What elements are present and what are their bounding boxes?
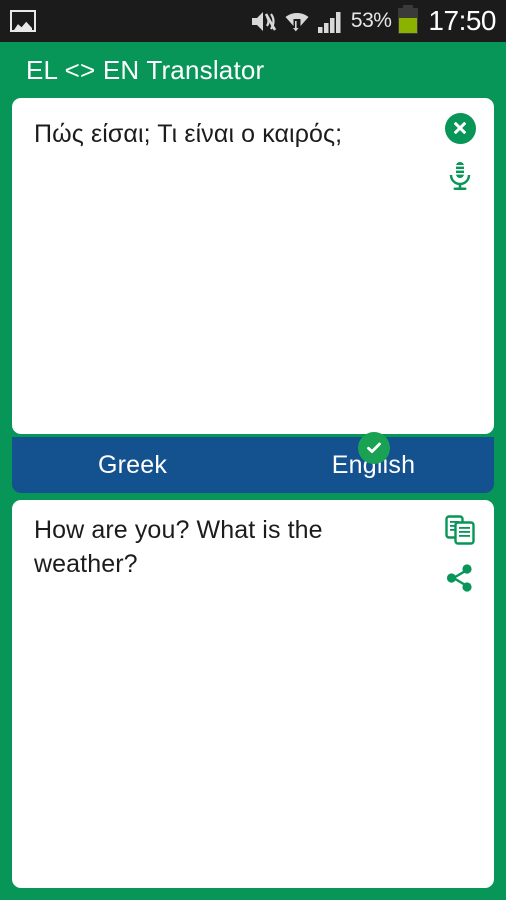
check-circle-icon xyxy=(357,431,390,464)
app-bar: EL <> EN Translator xyxy=(0,42,506,98)
source-text-card[interactable]: Πώς είσαι; Τι είναι ο καιρός; xyxy=(12,98,494,434)
share-button[interactable] xyxy=(436,556,484,604)
copy-button[interactable] xyxy=(436,508,484,556)
source-language-label: Greek xyxy=(97,450,168,479)
gallery-image-icon xyxy=(10,10,36,32)
battery-icon xyxy=(398,5,419,34)
cellular-signal-icon xyxy=(317,9,344,34)
clear-circle-x-icon xyxy=(444,112,476,144)
status-bar: 53% 17:50 xyxy=(0,0,506,42)
wifi-data-transfer-icon xyxy=(284,9,310,34)
copy-icon xyxy=(444,514,476,551)
target-language-button[interactable]: English xyxy=(253,431,494,480)
status-bar-notifications xyxy=(0,10,36,32)
translated-text: How are you? What is the weather? xyxy=(34,516,323,578)
microphone-icon xyxy=(445,160,475,197)
language-selector-bar: Greek English xyxy=(12,431,494,493)
share-icon xyxy=(445,563,475,598)
translated-text-card[interactable]: How are you? What is the weather? xyxy=(12,500,494,888)
source-language-button[interactable]: Greek xyxy=(12,451,253,480)
source-text-input[interactable]: Πώς είσαι; Τι είναι ο καιρός; xyxy=(34,118,428,151)
battery-percent-label: 53% xyxy=(350,9,392,32)
status-bar-clock: 17:50 xyxy=(428,5,496,36)
app-title: EL <> EN Translator xyxy=(26,54,265,85)
clear-text-button[interactable] xyxy=(436,104,484,152)
volume-mute-icon xyxy=(250,9,277,34)
status-bar-system-icons: 53% 17:50 xyxy=(250,5,506,37)
voice-input-button[interactable] xyxy=(436,154,484,202)
